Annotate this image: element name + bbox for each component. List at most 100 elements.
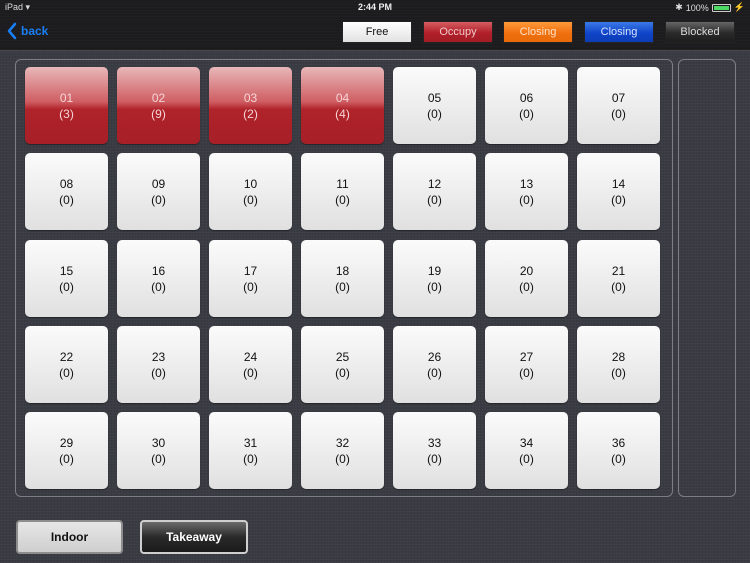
table-guest-count: (0)	[427, 365, 442, 380]
table-tile[interactable]: 24 (0)	[209, 326, 292, 403]
table-guest-count: (0)	[243, 192, 258, 207]
table-tile[interactable]: 06 (0)	[485, 67, 568, 144]
table-guest-count: (0)	[427, 451, 442, 466]
table-tile[interactable]: 02 (9)	[117, 67, 200, 144]
table-guest-count: (9)	[151, 106, 166, 121]
table-guest-count: (0)	[151, 451, 166, 466]
table-tile[interactable]: 25 (0)	[301, 326, 384, 403]
table-guest-count: (0)	[335, 365, 350, 380]
top-bar: iPad ▾ 2:44 PM ✱ 100% ⚡ back Free Occupy…	[0, 0, 750, 51]
status-right: ✱ 100% ⚡	[675, 2, 745, 13]
table-number: 01	[59, 90, 74, 105]
table-number: 13	[519, 176, 534, 191]
table-tile[interactable]: 11 (0)	[301, 153, 384, 230]
table-number: 16	[151, 263, 166, 278]
table-tile[interactable]: 21 (0)	[577, 240, 660, 317]
table-tile[interactable]: 18 (0)	[301, 240, 384, 317]
table-tile[interactable]: 14 (0)	[577, 153, 660, 230]
legend-occupy[interactable]: Occupy	[423, 21, 493, 43]
chevron-left-icon	[7, 22, 17, 40]
table-number: 17	[243, 263, 258, 278]
table-number: 11	[336, 176, 349, 191]
table-tile[interactable]: 29 (0)	[25, 412, 108, 489]
table-number: 07	[611, 90, 626, 105]
table-number: 26	[427, 349, 442, 364]
table-guest-count: (0)	[611, 451, 626, 466]
table-tile[interactable]: 26 (0)	[393, 326, 476, 403]
charging-icon: ⚡	[733, 2, 745, 12]
table-tile[interactable]: 30 (0)	[117, 412, 200, 489]
table-guest-count: (0)	[59, 451, 74, 466]
indoor-tab-button[interactable]: Indoor	[16, 520, 123, 554]
table-tile[interactable]: 32 (0)	[301, 412, 384, 489]
table-guest-count: (0)	[611, 106, 626, 121]
table-number: 24	[243, 349, 258, 364]
takeaway-tab-button[interactable]: Takeaway	[140, 520, 248, 554]
table-tile[interactable]: 12 (0)	[393, 153, 476, 230]
table-tile[interactable]: 34 (0)	[485, 412, 568, 489]
side-panel	[678, 59, 736, 497]
table-tile[interactable]: 04 (4)	[301, 67, 384, 144]
table-tile[interactable]: 33 (0)	[393, 412, 476, 489]
table-number: 30	[151, 435, 166, 450]
table-tile[interactable]: 17 (0)	[209, 240, 292, 317]
table-number: 31	[243, 435, 258, 450]
table-tile[interactable]: 27 (0)	[485, 326, 568, 403]
back-label: back	[21, 24, 49, 38]
table-tile[interactable]: 22 (0)	[25, 326, 108, 403]
table-guest-count: (0)	[519, 279, 534, 294]
table-number: 36	[611, 435, 626, 450]
legend-free[interactable]: Free	[342, 21, 412, 43]
table-number: 05	[427, 90, 442, 105]
table-number: 32	[335, 435, 350, 450]
table-guest-count: (0)	[59, 192, 74, 207]
table-number: 21	[611, 263, 626, 278]
table-guest-count: (0)	[427, 192, 442, 207]
table-number: 06	[519, 90, 534, 105]
table-tile[interactable]: 15 (0)	[25, 240, 108, 317]
table-number: 15	[59, 263, 74, 278]
table-tile[interactable]: 23 (0)	[117, 326, 200, 403]
table-guest-count: (0)	[519, 365, 534, 380]
legend-closing-blue[interactable]: Closing	[584, 21, 654, 43]
table-guest-count: (0)	[59, 279, 74, 294]
table-guest-count: (0)	[243, 279, 258, 294]
back-button[interactable]: back	[7, 22, 48, 40]
table-number: 04	[335, 90, 350, 105]
table-guest-count: (0)	[243, 365, 258, 380]
table-guest-count: (0)	[427, 106, 442, 121]
table-number: 20	[519, 263, 534, 278]
table-number: 33	[427, 435, 442, 450]
table-guest-count: (0)	[59, 365, 74, 380]
table-tile[interactable]: 07 (0)	[577, 67, 660, 144]
table-number: 02	[151, 90, 166, 105]
legend-blocked[interactable]: Blocked	[665, 21, 735, 43]
table-tile[interactable]: 08 (0)	[25, 153, 108, 230]
table-guest-count: (0)	[335, 451, 350, 466]
table-tile[interactable]: 13 (0)	[485, 153, 568, 230]
table-tile[interactable]: 36 (0)	[577, 412, 660, 489]
table-tile[interactable]: 01 (3)	[25, 67, 108, 144]
table-number: 23	[151, 349, 166, 364]
bluetooth-icon: ✱	[675, 2, 683, 12]
table-tile[interactable]: 05 (0)	[393, 67, 476, 144]
table-number: 09	[151, 176, 166, 191]
table-tile[interactable]: 19 (0)	[393, 240, 476, 317]
table-number: 08	[59, 176, 74, 191]
table-guest-count: (0)	[519, 451, 534, 466]
table-guest-count: (0)	[427, 279, 442, 294]
battery-percent: 100%	[685, 2, 709, 13]
table-tile[interactable]: 16 (0)	[117, 240, 200, 317]
table-tile[interactable]: 10 (0)	[209, 153, 292, 230]
table-number: 22	[59, 349, 74, 364]
table-number: 12	[427, 176, 442, 191]
status-time: 2:44 PM	[357, 2, 392, 12]
table-tile[interactable]: 20 (0)	[485, 240, 568, 317]
table-tile[interactable]: 09 (0)	[117, 153, 200, 230]
table-tile[interactable]: 28 (0)	[577, 326, 660, 403]
table-number: 28	[611, 349, 626, 364]
legend-closing-orange[interactable]: Closing	[503, 21, 573, 43]
table-tile[interactable]: 31 (0)	[209, 412, 292, 489]
table-guest-count: (0)	[335, 192, 350, 207]
table-tile[interactable]: 03 (2)	[209, 67, 292, 144]
